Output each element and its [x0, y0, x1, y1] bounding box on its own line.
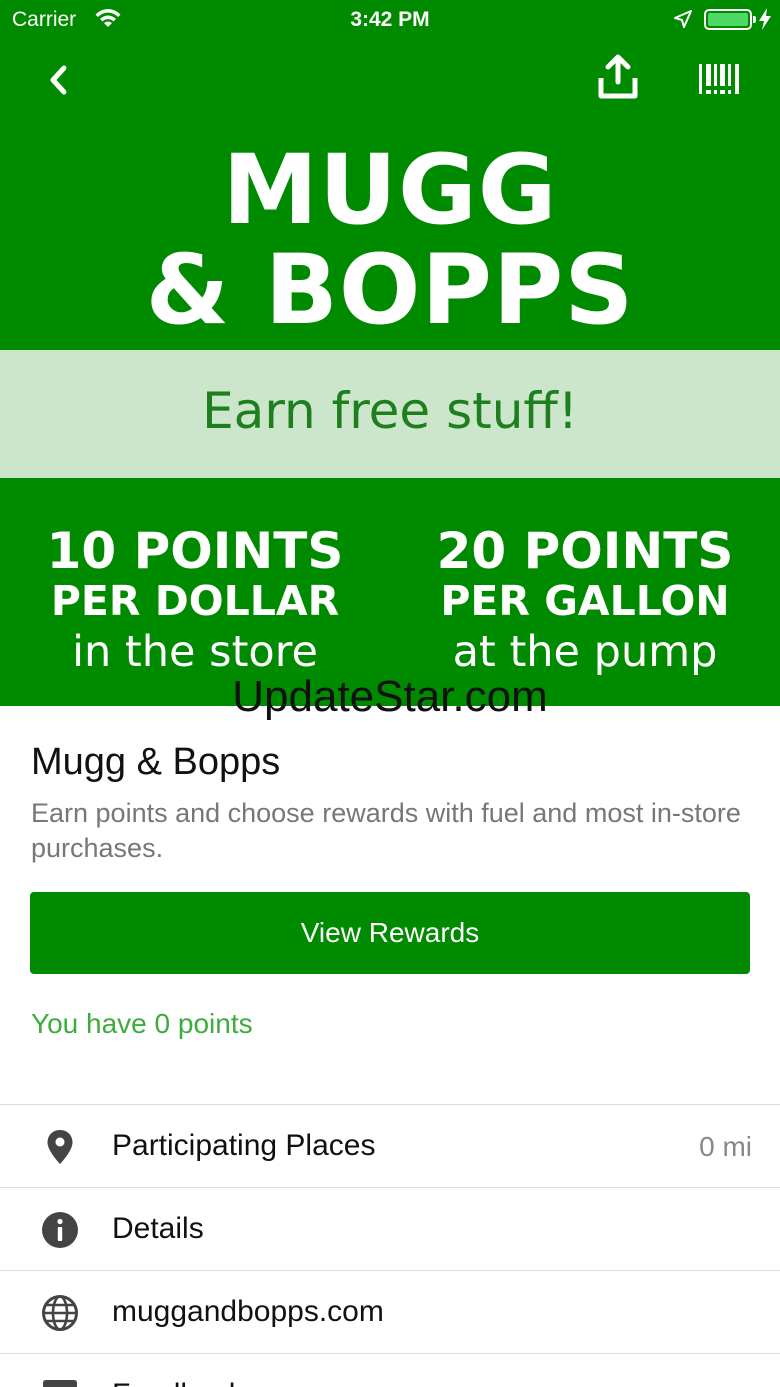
location-arrow-icon [674, 10, 692, 28]
points-balance: You have 0 points [31, 1008, 253, 1039]
options-list: Participating Places 0 mi Details muggan… [0, 1104, 780, 1387]
list-item-label: Participating Places [112, 1129, 376, 1162]
status-bar: Carrier 3:42 PM [0, 0, 780, 40]
brand-logo: MUGG & BOPPS [0, 120, 780, 350]
promo-pump-rate: PER GALLON [440, 577, 730, 625]
logo-line-1: MUGG [222, 134, 558, 246]
back-chevron-icon[interactable] [40, 58, 80, 102]
barcode-icon[interactable] [698, 62, 740, 96]
status-time: 3:42 PM [350, 8, 430, 31]
globe-icon [42, 1295, 78, 1331]
list-item-label: muggandbopps.com [112, 1295, 384, 1328]
list-item-details[interactable]: Details [0, 1187, 780, 1270]
list-item-participating-places[interactable]: Participating Places 0 mi [0, 1104, 780, 1187]
charging-bolt-icon [759, 8, 771, 30]
distance-value: 0 mi [699, 1131, 752, 1162]
logo-line-2: & BOPPS [145, 234, 635, 346]
list-item-label: Feedback [112, 1378, 244, 1387]
list-item-label: Details [112, 1212, 204, 1245]
nav-bar [0, 40, 780, 120]
view-rewards-button[interactable]: View Rewards [30, 892, 750, 974]
watermark: UpdateStar.com [232, 672, 548, 721]
tagline-banner: Earn free stuff! [0, 350, 780, 478]
program-info: Mugg & Bopps Earn points and choose rewa… [31, 740, 751, 866]
share-icon[interactable] [596, 54, 640, 102]
promo-pump: 20 POINTS PER GALLON at the pump [390, 524, 780, 680]
promo-pump-points: 20 POINTS [436, 522, 734, 580]
battery-icon [704, 9, 756, 30]
location-pin-icon [47, 1130, 73, 1164]
list-item-website[interactable]: muggandbopps.com [0, 1270, 780, 1353]
program-title: Mugg & Bopps [31, 741, 281, 783]
list-item-feedback[interactable]: Feedback [0, 1353, 780, 1387]
tagline: Earn free stuff! [202, 382, 578, 440]
promo-store: 10 POINTS PER DOLLAR in the store [0, 524, 390, 680]
program-description: Earn points and choose rewards with fuel… [31, 798, 741, 863]
chat-icon [43, 1380, 77, 1387]
info-icon [42, 1212, 78, 1248]
promo-store-points: 10 POINTS [46, 522, 344, 580]
promo-store-rate: PER DOLLAR [50, 577, 340, 625]
